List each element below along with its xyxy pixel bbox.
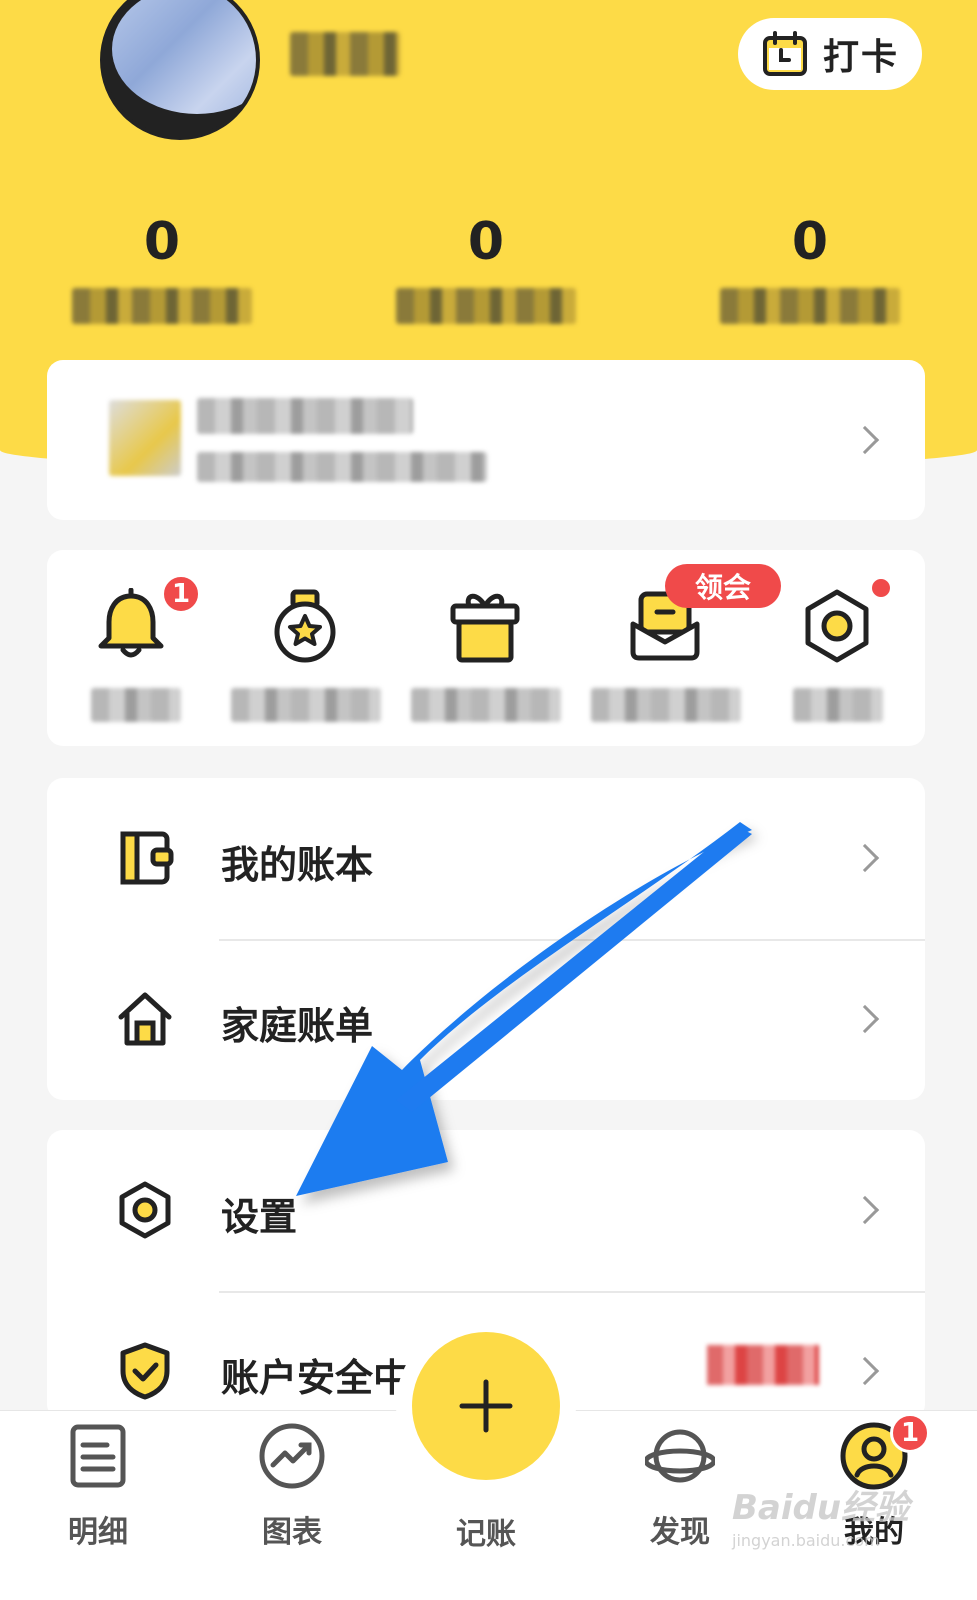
notification-badge: 1 bbox=[161, 574, 201, 614]
stat-2-label-redacted bbox=[396, 288, 576, 324]
stat-1-value: 0 bbox=[143, 212, 181, 272]
chart-icon bbox=[259, 1423, 325, 1489]
stat-1-label-redacted bbox=[72, 288, 252, 324]
menu-my-ledger[interactable]: 我的账本 bbox=[47, 778, 925, 939]
risk-status-redacted bbox=[707, 1345, 819, 1385]
watermark-brand: Baidu经验 bbox=[732, 1488, 910, 1528]
watermark-url: jingyan.baidu.com bbox=[732, 1531, 880, 1550]
shortcut-label-redacted bbox=[793, 688, 883, 722]
tab-record-label: 记账 bbox=[456, 1517, 516, 1552]
home-icon bbox=[118, 992, 172, 1046]
add-record-button[interactable] bbox=[412, 1332, 560, 1480]
stat-1[interactable]: 0 bbox=[62, 210, 262, 324]
ledger-icon bbox=[120, 831, 174, 885]
settings-red-dot bbox=[869, 576, 893, 600]
shortcut-gift[interactable] bbox=[411, 578, 561, 728]
stat-3-value: 0 bbox=[791, 212, 829, 272]
tab-details[interactable]: 明细 bbox=[28, 1421, 168, 1561]
chevron-right-icon bbox=[850, 1195, 880, 1225]
stat-2-value: 0 bbox=[467, 212, 505, 272]
chevron-right-icon bbox=[850, 1356, 880, 1386]
menu-family-bill-label: 家庭账单 bbox=[221, 1004, 374, 1048]
promo-title-redacted bbox=[197, 398, 413, 434]
list-icon bbox=[70, 1424, 126, 1488]
shortcut-grid: 1 领会 bbox=[47, 550, 925, 746]
shortcut-medal[interactable] bbox=[231, 578, 381, 728]
promo-card[interactable] bbox=[47, 360, 925, 520]
shortcut-label-redacted bbox=[591, 688, 741, 722]
shield-check-icon bbox=[120, 1342, 170, 1400]
shortcut-label-redacted bbox=[231, 688, 381, 722]
promo-icon bbox=[109, 400, 181, 476]
checkin-label: 打卡 bbox=[822, 37, 899, 78]
medal-icon bbox=[274, 589, 336, 663]
username-redacted bbox=[290, 32, 400, 76]
chevron-right-icon bbox=[850, 1004, 880, 1034]
watermark: Baidu经验 jingyan.baidu.com bbox=[732, 1480, 932, 1550]
stat-3-label-redacted bbox=[720, 288, 900, 324]
stat-2[interactable]: 0 bbox=[386, 210, 586, 324]
tab-record-label-wrap[interactable]: 记账 bbox=[416, 1509, 556, 1589]
shortcut-settings[interactable] bbox=[763, 578, 913, 728]
mine-badge: 1 bbox=[890, 1413, 930, 1453]
plus-icon bbox=[459, 1379, 513, 1433]
tab-discover-label: 发现 bbox=[650, 1515, 710, 1550]
bell-icon bbox=[98, 588, 164, 658]
tab-details-label: 明细 bbox=[68, 1515, 128, 1550]
calendar-icon bbox=[762, 31, 807, 76]
shortcut-notifications[interactable]: 1 bbox=[57, 574, 207, 728]
shortcut-label-redacted bbox=[91, 688, 181, 722]
chevron-right-icon bbox=[850, 843, 880, 873]
tab-charts-label: 图表 bbox=[262, 1515, 322, 1550]
tab-charts[interactable]: 图表 bbox=[222, 1421, 362, 1561]
menu-account-security-label: 账户安全中 bbox=[221, 1356, 412, 1400]
chevron-right-icon bbox=[850, 425, 880, 455]
menu-settings-label: 设置 bbox=[221, 1195, 298, 1239]
tab-discover[interactable]: 发现 bbox=[610, 1421, 750, 1561]
menu-settings[interactable]: 设置 bbox=[47, 1130, 925, 1291]
gift-icon bbox=[450, 593, 520, 663]
stat-3[interactable]: 0 bbox=[710, 210, 910, 324]
settings-icon bbox=[119, 1181, 171, 1239]
shortcut-label-redacted bbox=[411, 688, 561, 722]
menu-my-ledger-label: 我的账本 bbox=[221, 843, 374, 887]
settings-icon bbox=[805, 589, 869, 663]
planet-icon bbox=[645, 1429, 715, 1483]
menu-family-bill[interactable]: 家庭账单 bbox=[47, 939, 925, 1100]
menu-group-1: 我的账本 家庭账单 bbox=[47, 778, 925, 1100]
checkin-button[interactable]: 打卡 bbox=[738, 18, 922, 90]
promo-subtitle-redacted bbox=[197, 452, 487, 482]
